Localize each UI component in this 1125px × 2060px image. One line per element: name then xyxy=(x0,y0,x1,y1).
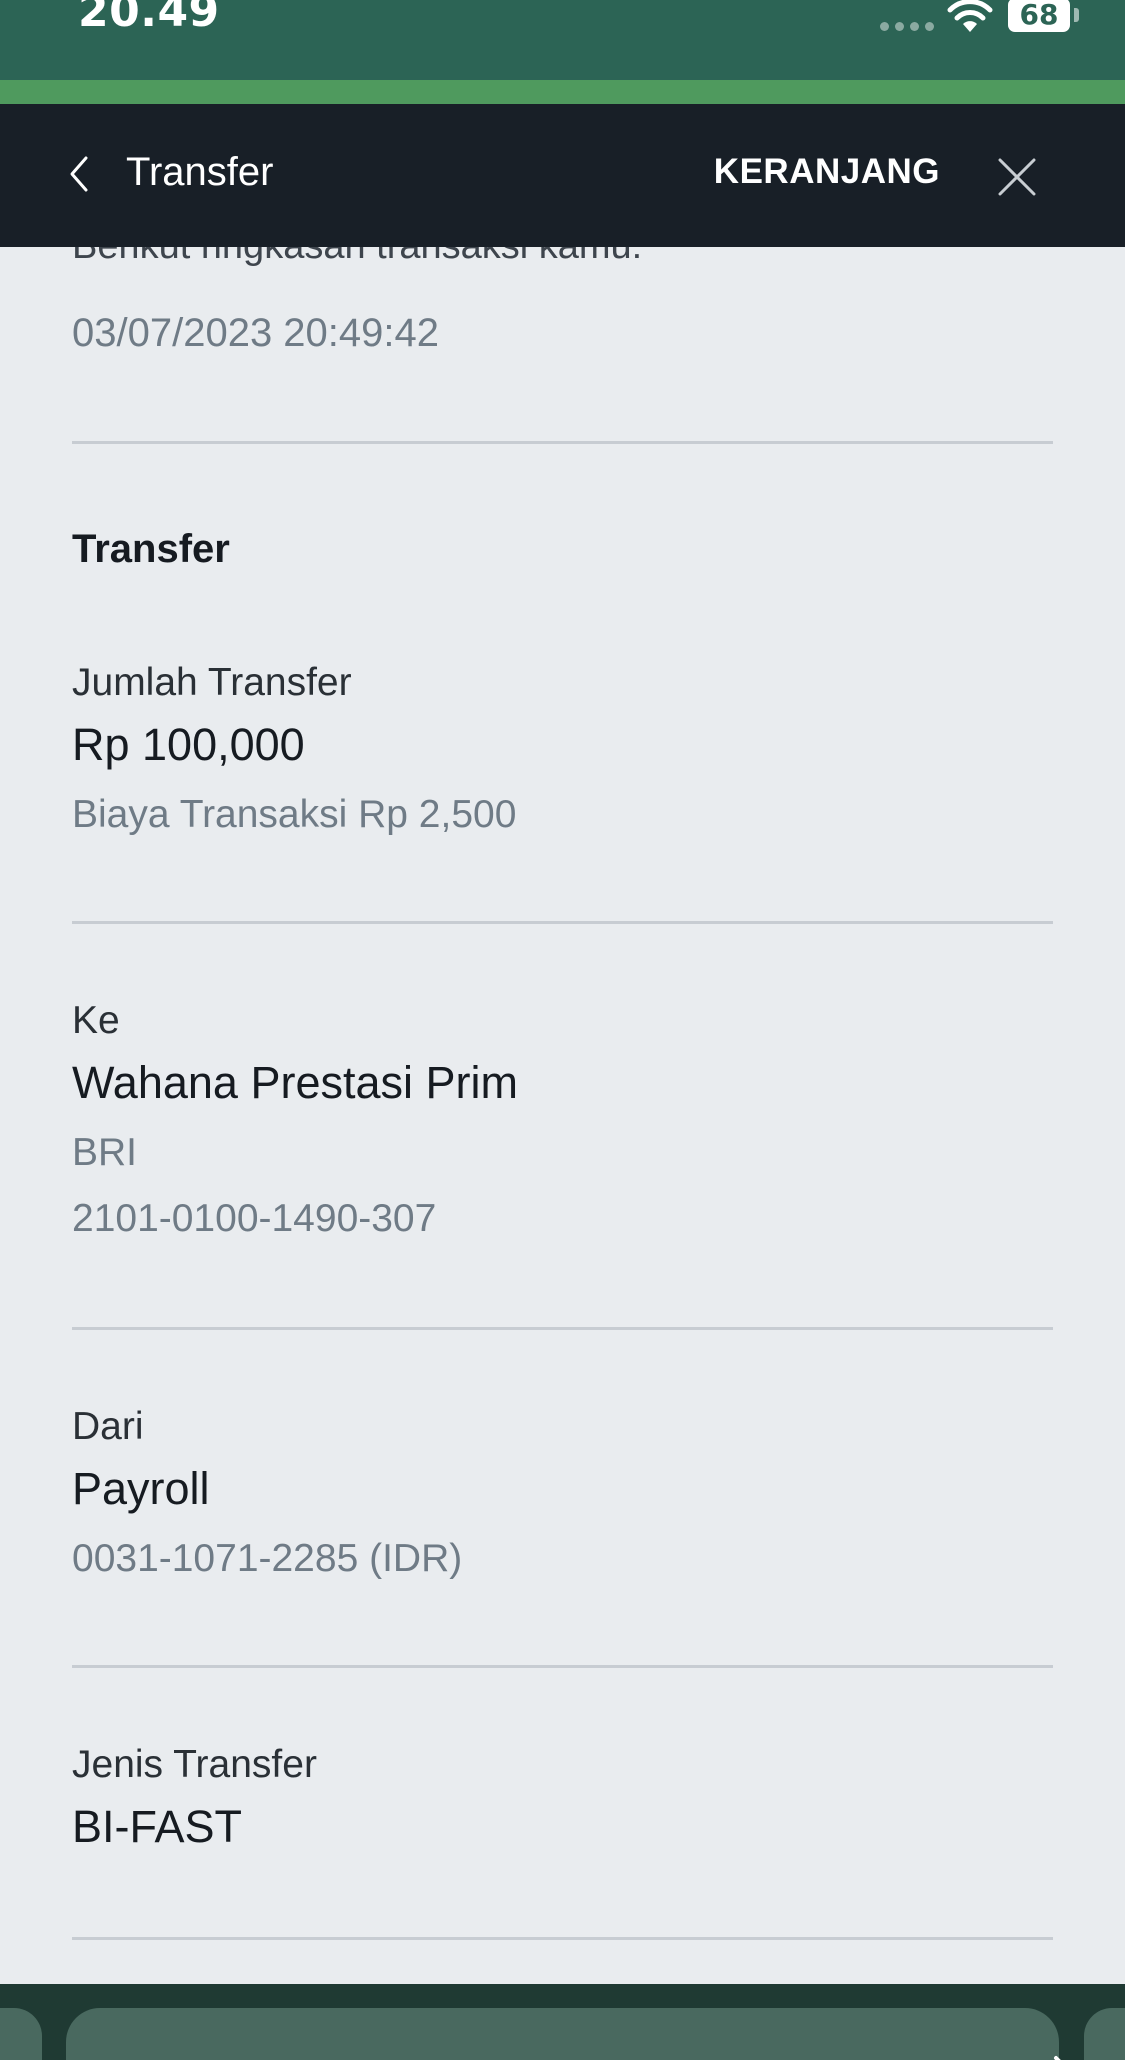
transfer-type-value: BI-FAST xyxy=(72,1801,243,1852)
section-title: Transfer xyxy=(72,527,230,571)
wifi-icon xyxy=(947,0,993,32)
recipient-account: 2101-0100-1490-307 xyxy=(72,1197,437,1240)
fee-text: Biaya Transaksi Rp 2,500 xyxy=(72,793,517,836)
cart-button[interactable]: KERANJANG xyxy=(700,152,940,192)
transfer-type-label: Jenis Transfer xyxy=(72,1743,317,1786)
summary-intro: Berikut ringkasan transaksi kamu: xyxy=(72,247,642,268)
transaction-timestamp: 03/07/2023 20:49:42 xyxy=(72,311,440,355)
divider xyxy=(72,921,1053,924)
divider xyxy=(72,441,1053,444)
chevron-left-icon[interactable] xyxy=(58,152,102,196)
cellular-signal-icon xyxy=(880,22,934,31)
source-label: Dari xyxy=(72,1405,144,1448)
accent-strip xyxy=(0,80,1125,104)
next-card[interactable] xyxy=(1084,2008,1125,2060)
divider xyxy=(72,1937,1053,1940)
source-name: Payroll xyxy=(72,1463,210,1514)
status-time: 20.49 xyxy=(78,0,220,37)
page-title: Transfer xyxy=(126,150,274,194)
amount-label: Jumlah Transfer xyxy=(72,661,352,704)
status-bar: 20.49 68 xyxy=(0,0,1125,80)
battery-icon: 68 xyxy=(1008,0,1070,32)
arrow-right-icon xyxy=(1054,2056,1061,2060)
bottom-bar xyxy=(0,1984,1125,2060)
app-header: Transfer KERANJANG xyxy=(0,104,1125,247)
next-action-button[interactable] xyxy=(66,2008,1061,2060)
recipient-bank: BRI xyxy=(72,1131,138,1174)
recipient-name: Wahana Prestasi Prim xyxy=(72,1057,518,1108)
divider xyxy=(72,1665,1053,1668)
recipient-label: Ke xyxy=(72,999,120,1042)
battery-tip xyxy=(1074,8,1079,22)
source-account: 0031-1071-2285 (IDR) xyxy=(72,1537,463,1580)
amount-value: Rp 100,000 xyxy=(72,719,305,770)
close-icon[interactable] xyxy=(996,156,1038,198)
divider xyxy=(72,1327,1053,1330)
previous-card[interactable] xyxy=(0,2008,42,2060)
transaction-summary: Berikut ringkasan transaksi kamu: 03/07/… xyxy=(0,247,1125,1984)
